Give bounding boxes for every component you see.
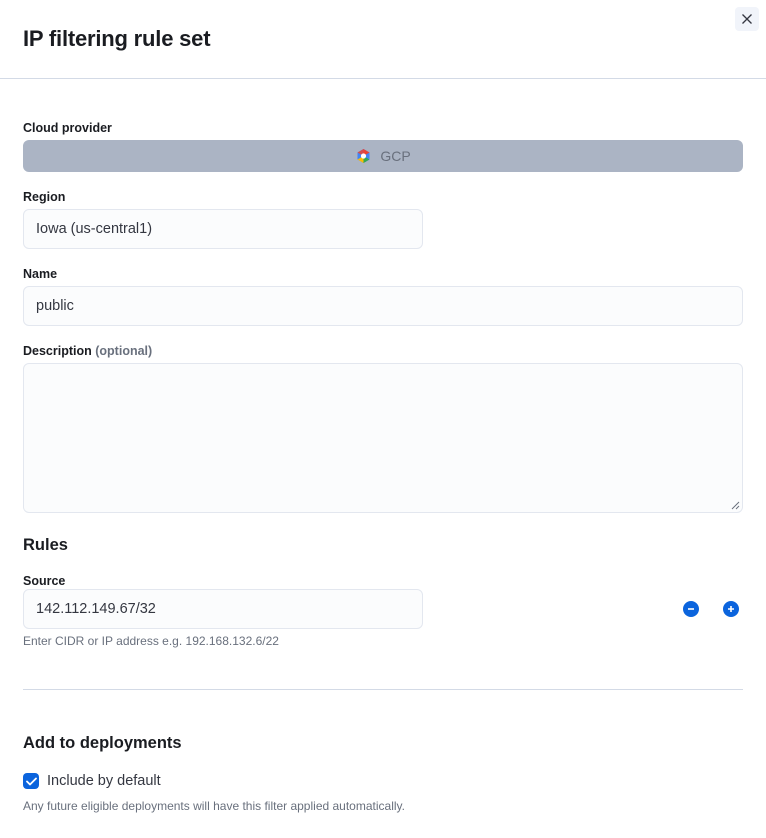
optional-hint: (optional) [95, 344, 153, 358]
source-help-text: Enter CIDR or IP address e.g. 192.168.13… [23, 634, 279, 648]
region-field[interactable]: Iowa (us-central1) [23, 209, 423, 249]
section-divider [23, 689, 743, 690]
cloud-provider-label: Cloud provider [23, 121, 112, 135]
source-label: Source [23, 574, 66, 588]
name-label: Name [23, 267, 58, 281]
description-textarea[interactable] [23, 363, 743, 513]
resize-grip-icon[interactable] [731, 501, 740, 510]
close-button[interactable] [735, 7, 759, 31]
description-label: Description (optional) [23, 344, 152, 358]
cloud-provider-value: GCP [380, 148, 411, 164]
minus-circle-icon [688, 608, 694, 610]
gcp-logo-icon [357, 149, 370, 163]
source-value: 142.112.149.67/32 [36, 601, 156, 617]
add-rule-button[interactable] [723, 601, 739, 617]
flyout-title: IP filtering rule set [23, 26, 211, 51]
deployments-heading: Add to deployments [23, 734, 182, 752]
name-value: public [36, 298, 74, 314]
region-label: Region [23, 190, 66, 204]
name-input[interactable]: public [23, 286, 743, 326]
flyout-header: IP filtering rule set [0, 0, 766, 79]
include-by-default-checkbox[interactable] [23, 773, 39, 789]
deployments-help-text: Any future eligible deployments will hav… [23, 799, 405, 813]
plus-circle-icon [728, 606, 734, 612]
source-input[interactable]: 142.112.149.67/32 [23, 589, 423, 629]
description-label-text: Description [23, 344, 92, 358]
close-icon [742, 14, 752, 24]
remove-rule-button[interactable] [683, 601, 699, 617]
include-by-default-label[interactable]: Include by default [47, 773, 161, 789]
rules-heading: Rules [23, 536, 68, 554]
region-value: Iowa (us-central1) [36, 221, 153, 237]
checkmark-icon [25, 777, 37, 785]
cloud-provider-select[interactable]: GCP [23, 140, 743, 172]
